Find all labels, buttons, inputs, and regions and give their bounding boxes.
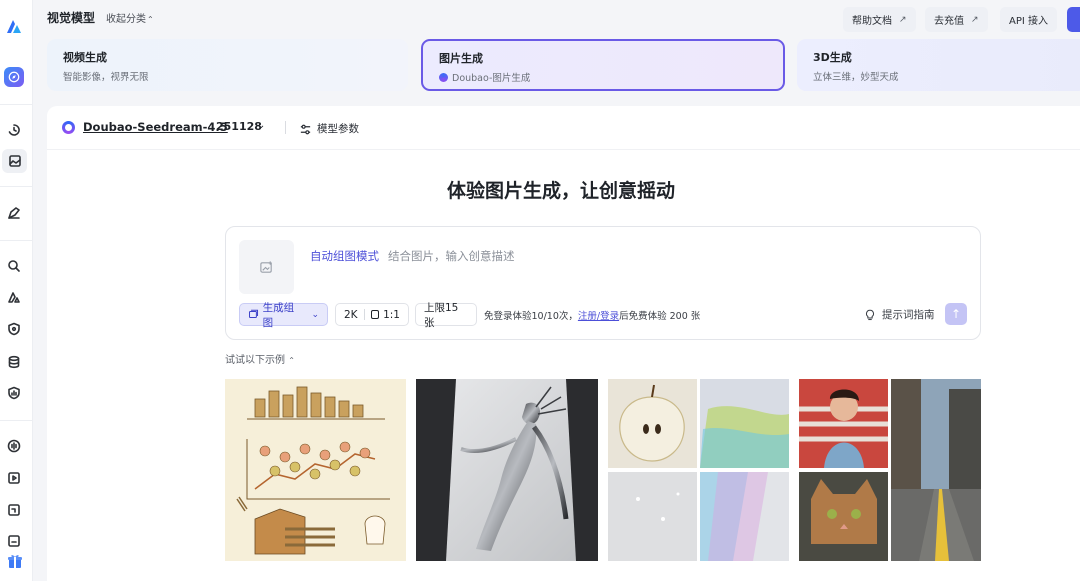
image-limit-selector[interactable]: 上限15张 <box>415 302 477 329</box>
explore-icon[interactable] <box>4 67 24 87</box>
example-image-photo-collage[interactable] <box>799 379 981 561</box>
recharge-button[interactable]: 去充值 ↗ <box>925 7 988 32</box>
edit-icon[interactable] <box>4 203 24 223</box>
model-params-button[interactable]: 模型参数 <box>317 121 359 136</box>
category-subtitle: 智能影像，视界无限 <box>63 72 149 83</box>
doubao-logo-icon <box>439 72 448 82</box>
category-title: 图片生成 <box>439 52 483 65</box>
chevron-down-icon[interactable]: ⌄ <box>257 120 265 131</box>
main-panel: Doubao-Seedream-4.5 251128 ⌄ 模型参数 体验图片生成… <box>47 106 1080 581</box>
example-image-metallic-figure[interactable] <box>416 379 598 561</box>
model-version[interactable]: 251128 <box>216 120 262 133</box>
prompt-guide-label: 提示词指南 <box>882 309 935 321</box>
external-link-icon: ↗ <box>899 14 907 25</box>
analytics-shield-icon[interactable] <box>4 383 24 403</box>
chevron-down-icon: ⌄ <box>311 309 319 320</box>
sidebar-divider <box>0 104 33 105</box>
ratio-value: 1:1 <box>383 308 400 321</box>
sidebar <box>0 0 33 581</box>
divider <box>363 309 365 320</box>
history-icon[interactable] <box>4 120 24 140</box>
free-trial-text: 免登录体验10/10次，注册/登录后免费体验 200 张 <box>484 308 700 322</box>
image-upload-button[interactable] <box>239 240 294 294</box>
category-title: 视频生成 <box>63 51 107 64</box>
lightbulb-icon <box>865 309 875 320</box>
generate-group-dropdown[interactable]: 生成组图 ⌄ <box>239 302 328 329</box>
external-link-icon: ↗ <box>971 14 979 25</box>
media-icon[interactable] <box>4 500 24 520</box>
example-image-infographic[interactable] <box>225 379 406 561</box>
headline: 体验图片生成，让创意摇动 <box>446 180 675 202</box>
examples-label: 试试以下示例 <box>225 355 285 366</box>
category-subtitle: 立体三维，妙型天成 <box>813 72 899 83</box>
category-title: 3D生成 <box>813 51 852 64</box>
chevron-up-icon: ⌃ <box>288 356 295 365</box>
arrow-up-icon: ↑ <box>950 307 962 321</box>
recharge-label: 去充值 <box>934 16 964 27</box>
help-docs-button[interactable]: 帮助文档 ↗ <box>843 7 916 32</box>
resolution-value: 2K <box>344 308 358 321</box>
collapse-label: 收起分类 <box>106 14 146 25</box>
category-card-video[interactable]: 视频生成 智能影像，视界无限 <box>47 39 408 91</box>
examples-toggle[interactable]: 试试以下示例 ⌃ <box>225 351 295 366</box>
example-image-apple-collage[interactable] <box>608 379 789 561</box>
logo-icon[interactable] <box>5 17 23 35</box>
shield-icon[interactable] <box>4 319 24 339</box>
image-group-icon <box>249 309 259 319</box>
sidebar-divider <box>0 420 33 421</box>
top-bar: 视觉模型 收起分类⌃ 帮助文档 ↗ 去充值 ↗ API 接入 <box>33 0 1080 36</box>
add-image-icon <box>260 260 272 273</box>
auto-group-mode-label[interactable]: 自动组图模式 <box>310 248 379 264</box>
free-trial-suffix: 后免费体验 200 张 <box>619 311 701 322</box>
model-name[interactable]: Doubao-Seedream-4.5 <box>83 120 228 134</box>
screen-icon[interactable] <box>4 531 24 551</box>
image-generation-icon[interactable] <box>2 149 27 173</box>
search-icon[interactable] <box>4 256 24 276</box>
primary-action-button[interactable] <box>1067 7 1080 32</box>
generate-group-label: 生成组图 <box>262 301 295 329</box>
square-ratio-icon <box>370 310 380 319</box>
send-button[interactable]: ↑ <box>945 303 967 325</box>
prompt-guide-button[interactable]: 提示词指南 <box>864 307 935 322</box>
category-card-image[interactable]: 图片生成 Doubao-图片生成 <box>421 39 785 91</box>
audio-icon[interactable] <box>4 436 24 456</box>
video-icon[interactable] <box>4 468 24 488</box>
doubao-logo-icon <box>62 121 75 134</box>
help-docs-label: 帮助文档 <box>852 16 892 27</box>
sliders-icon[interactable] <box>299 121 312 140</box>
gift-icon[interactable] <box>7 553 23 569</box>
model-selector-row: Doubao-Seedream-4.5 251128 ⌄ 模型参数 <box>47 106 1080 150</box>
prompt-box[interactable]: 自动组图模式 结合图片，输入创意描述 生成组图 ⌄ 2K 1:1 上限15张 免… <box>225 226 981 340</box>
free-trial-prefix: 免登录体验10/10次， <box>484 311 578 322</box>
category-card-3d[interactable]: 3D生成 立体三维，妙型天成 <box>797 39 1080 91</box>
category-subtitle: Doubao-图片生成 <box>452 73 531 84</box>
prompt-input[interactable]: 结合图片，输入创意描述 <box>388 248 515 264</box>
sidebar-divider <box>0 240 33 241</box>
register-login-link[interactable]: 注册/登录 <box>578 311 619 322</box>
divider <box>285 121 286 134</box>
database-icon[interactable] <box>4 352 24 372</box>
sidebar-divider <box>0 186 33 187</box>
resolution-ratio-selector[interactable]: 2K 1:1 <box>335 303 409 326</box>
collapse-categories-button[interactable]: 收起分类⌃ <box>106 10 154 25</box>
page-title: 视觉模型 <box>47 11 96 25</box>
chevron-up-icon: ⌃ <box>147 15 154 24</box>
image-limit-label: 上限15张 <box>424 301 459 329</box>
api-access-button[interactable]: API 接入 <box>1000 7 1057 32</box>
model-icon[interactable] <box>4 287 24 307</box>
api-access-label: API 接入 <box>1009 16 1048 27</box>
